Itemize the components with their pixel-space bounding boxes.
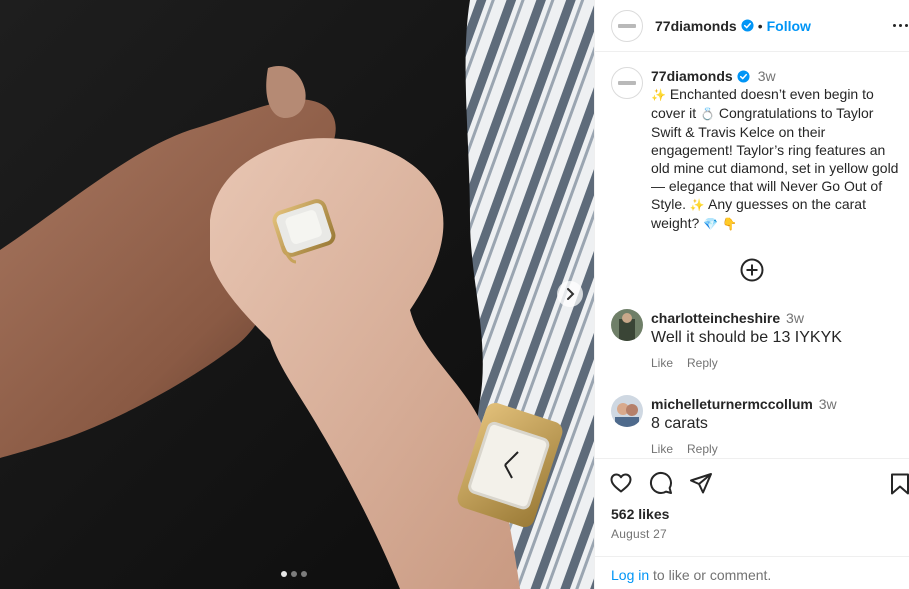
- post-sidebar: 77diamonds • Follow 77diamonds 3w ✨ Ench…: [594, 0, 909, 589]
- avatar[interactable]: [611, 67, 643, 99]
- comment-text: Well it should be 13 IYKYK: [651, 329, 842, 346]
- comment-username[interactable]: michelleturnermccollum: [651, 396, 813, 412]
- verified-badge-icon: [741, 19, 754, 32]
- comment-reply-button[interactable]: Reply: [687, 442, 718, 456]
- comment-time: 3w: [786, 310, 804, 326]
- plus-circle-icon[interactable]: [740, 258, 764, 282]
- more-options-icon[interactable]: [890, 17, 909, 33]
- post-caption: 77diamonds 3w ✨ Enchanted doesn’t even b…: [611, 67, 901, 233]
- comment-time: 3w: [818, 396, 837, 412]
- separator-dot: •: [757, 17, 763, 34]
- carousel-indicator: [281, 571, 307, 577]
- comment-text: 8 carats: [651, 415, 708, 432]
- post-photo: [0, 0, 594, 589]
- post-username[interactable]: 77diamonds: [655, 18, 737, 34]
- avatar[interactable]: [611, 395, 643, 427]
- comment-item: michelleturnermccollum 3w 8 carats Like …: [611, 395, 901, 456]
- next-image-button[interactable]: [557, 281, 583, 307]
- comment-item: charlotteincheshire 3w Well it should be…: [611, 309, 901, 370]
- post-date[interactable]: August 27: [611, 527, 667, 541]
- caption-text: ✨ Enchanted doesn’t even begin to cover …: [651, 86, 899, 231]
- comment-like-button[interactable]: Like: [651, 442, 673, 456]
- comment-reply-button[interactable]: Reply: [687, 356, 718, 370]
- bookmark-icon[interactable]: [890, 473, 909, 495]
- carousel-dot: [281, 571, 287, 577]
- verified-badge-icon: [737, 69, 750, 83]
- chevron-right-icon: [567, 288, 575, 300]
- comment-username[interactable]: charlotteincheshire: [651, 310, 780, 326]
- caption-time: 3w: [757, 68, 776, 84]
- point-down-emoji: 👇: [722, 217, 737, 231]
- carousel-dot: [301, 571, 307, 577]
- post-header: 77diamonds • Follow: [595, 0, 909, 52]
- likes-count[interactable]: 562 likes: [611, 506, 669, 522]
- heart-icon[interactable]: [609, 471, 633, 495]
- post-actions: 562 likes August 27 Log in to like or co…: [595, 458, 909, 589]
- sparkles-emoji: ✨: [689, 198, 705, 212]
- comment-like-button[interactable]: Like: [651, 356, 673, 370]
- gem-emoji: 💎: [703, 217, 719, 231]
- avatar[interactable]: [611, 309, 643, 341]
- login-link[interactable]: Log in: [611, 567, 649, 583]
- login-prompt: Log in to like or comment.: [595, 556, 909, 589]
- follow-button[interactable]: Follow: [767, 18, 811, 34]
- carousel-dot: [291, 571, 297, 577]
- paper-plane-icon[interactable]: [689, 471, 713, 495]
- comments-area[interactable]: 77diamonds 3w ✨ Enchanted doesn’t even b…: [595, 53, 909, 457]
- avatar[interactable]: [611, 9, 643, 42]
- sparkles-emoji: ✨: [651, 88, 666, 102]
- caption-username[interactable]: 77diamonds: [651, 67, 733, 85]
- post-media[interactable]: [0, 0, 594, 589]
- ring-emoji: 💍: [700, 107, 715, 121]
- comment-bubble-icon[interactable]: [649, 471, 673, 495]
- login-suffix: to like or comment.: [649, 567, 772, 583]
